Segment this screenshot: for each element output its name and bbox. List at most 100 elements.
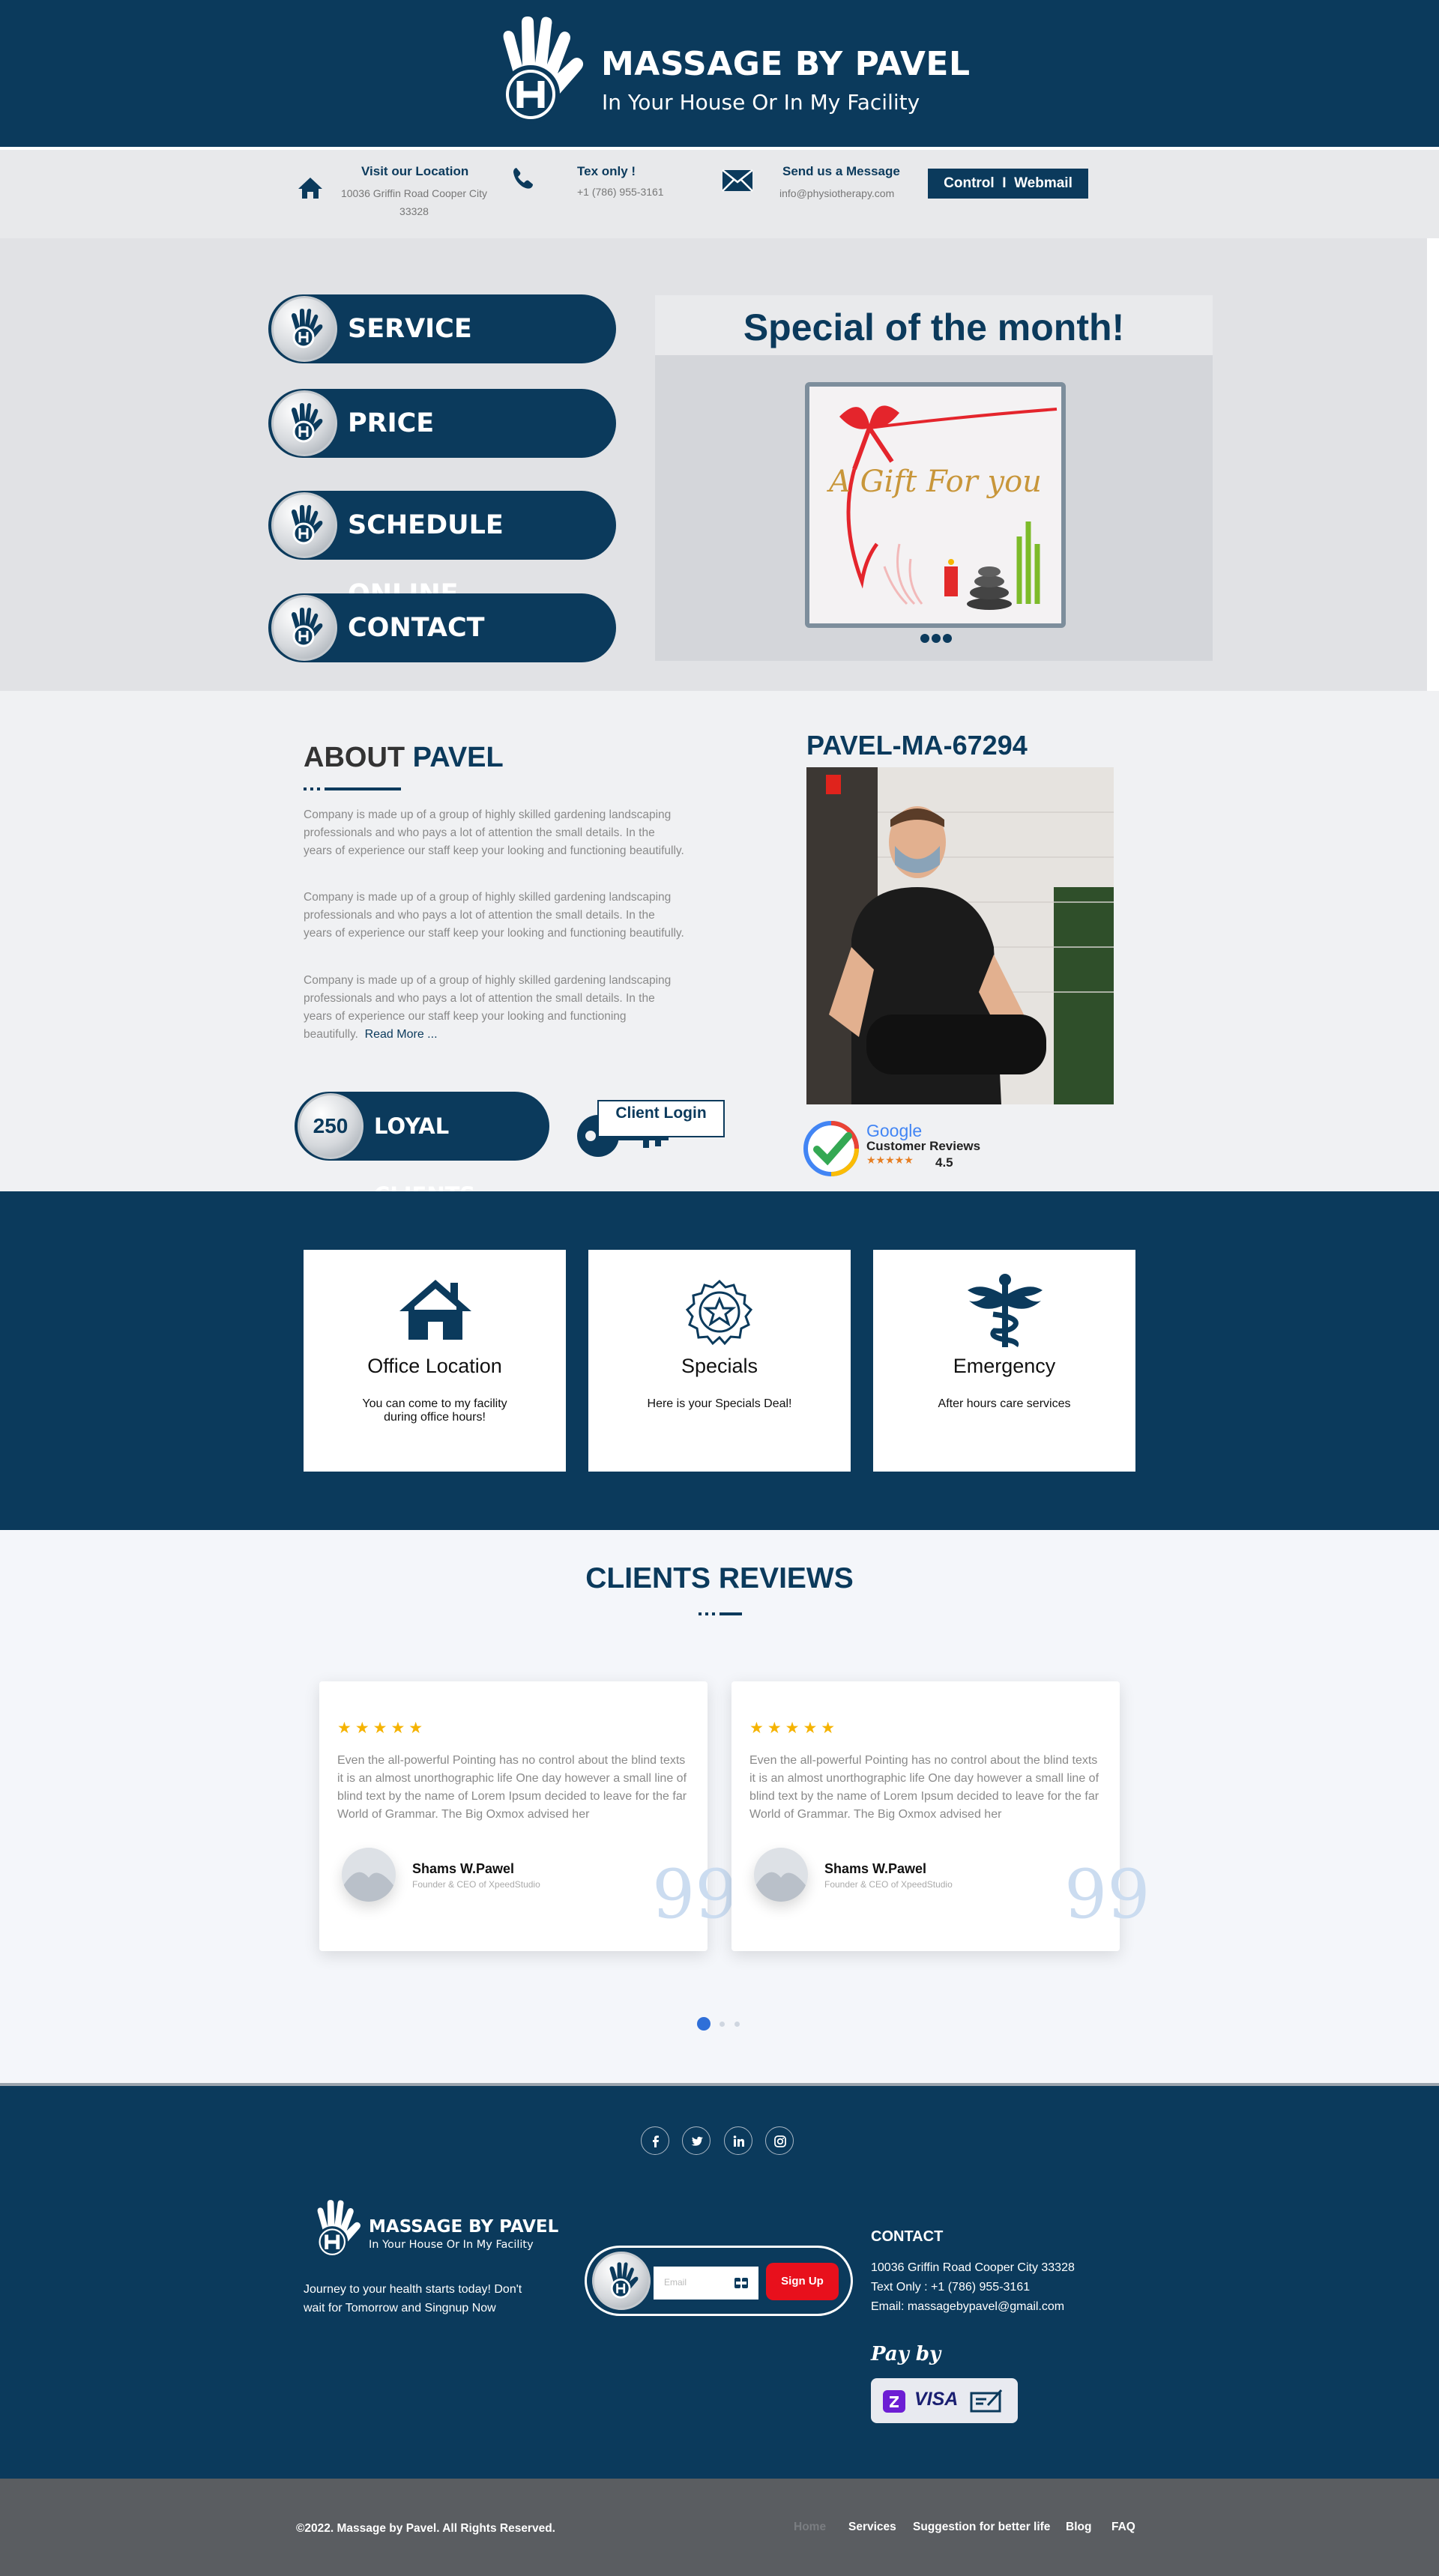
avatar bbox=[754, 1848, 808, 1902]
slider-dot[interactable] bbox=[920, 634, 929, 643]
reviewer-name: Shams W.Pawel bbox=[824, 1861, 927, 1876]
avatar bbox=[342, 1848, 396, 1902]
menu-service-button[interactable]: SERVICE bbox=[268, 294, 616, 363]
carousel-dot[interactable] bbox=[720, 2022, 725, 2027]
text-phone[interactable]: +1 (786) 955-3161 bbox=[577, 183, 664, 201]
carousel-dot-active[interactable] bbox=[697, 2017, 711, 2031]
reviewer-role: Founder & CEO of XpeedStudio bbox=[412, 1879, 540, 1890]
google-rating: 4.5 bbox=[935, 1155, 953, 1170]
hand-logo-icon[interactable] bbox=[487, 16, 585, 127]
feature-text: You can come to my facility during offic… bbox=[362, 1397, 507, 1424]
client-login-button[interactable]: Client Login bbox=[597, 1100, 725, 1137]
menu-price-button[interactable]: PRICE bbox=[268, 389, 616, 458]
site-title: MASSAGE BY PAVEL bbox=[601, 45, 971, 83]
envelope-icon bbox=[722, 169, 753, 192]
webmail-button[interactable]: Control I Webmail bbox=[928, 169, 1088, 199]
reviewer-role: Founder & CEO of XpeedStudio bbox=[824, 1879, 953, 1890]
menu-schedule-button[interactable]: SCHEDULE ONLINE bbox=[268, 491, 616, 609]
feature-title: Emergency bbox=[953, 1355, 1056, 1377]
facebook-link[interactable] bbox=[641, 2126, 669, 2155]
bottom-bar bbox=[0, 2479, 1439, 2576]
hand-logo-icon bbox=[271, 296, 337, 362]
contact-bar bbox=[0, 150, 1439, 238]
footer-nav-home[interactable]: Home bbox=[794, 2521, 826, 2534]
footer-brand: MASSAGE BY PAVEL bbox=[369, 2217, 559, 2237]
location-address: 10036 Griffin Road Cooper City 33328 bbox=[340, 187, 488, 217]
reviewer-name: Shams W.Pawel bbox=[412, 1861, 515, 1876]
footer-nav-blog[interactable]: Blog bbox=[1066, 2521, 1091, 2534]
gift-illustration-icon: A Gift For you bbox=[826, 405, 1058, 610]
house-icon bbox=[399, 1280, 471, 1340]
rating-stars: ★★★★★ bbox=[749, 1720, 839, 1737]
feature-text: Here is your Specials Deal! bbox=[647, 1397, 792, 1410]
footer-brand-subtitle: In Your House Or In My Facility bbox=[369, 2239, 534, 2251]
twitter-link[interactable] bbox=[682, 2126, 711, 2155]
svg-text:A Gift For you: A Gift For you bbox=[826, 465, 1042, 499]
footer-address: 10036 Griffin Road Cooper City 33328 bbox=[871, 2261, 1075, 2274]
quote-icon: 99 bbox=[1064, 1855, 1150, 1934]
phone-icon bbox=[513, 168, 533, 189]
slider-dot[interactable] bbox=[943, 634, 952, 643]
menu-service-label: SERVICE bbox=[348, 314, 472, 344]
footer-phone[interactable]: Text Only : +1 (786) 955-3161 bbox=[871, 2281, 1030, 2294]
site-subtitle: In Your House Or In My Facility bbox=[602, 90, 920, 115]
hand-logo-icon[interactable] bbox=[309, 2200, 361, 2260]
zelle-icon bbox=[883, 2390, 905, 2413]
menu-price-label: PRICE bbox=[348, 408, 435, 438]
hand-logo-icon bbox=[592, 2252, 651, 2310]
message-title: Send us a Message bbox=[782, 164, 900, 178]
title-divider bbox=[304, 787, 401, 790]
feature-title: Office Location bbox=[367, 1355, 502, 1377]
location-title: Visit our Location bbox=[361, 164, 469, 178]
special-title: Special of the month! bbox=[743, 306, 1125, 348]
check-payment-icon bbox=[970, 2389, 1003, 2413]
menu-contact-button[interactable]: CONTACT bbox=[268, 593, 616, 662]
read-more-link[interactable]: Read More ... bbox=[365, 1028, 438, 1041]
footer-nav-faq[interactable]: FAQ bbox=[1111, 2521, 1135, 2534]
footer-nav-suggestion[interactable]: Suggestion for better life bbox=[913, 2521, 1050, 2534]
signup-button[interactable]: Sign Up bbox=[766, 2263, 839, 2300]
star-seal-icon bbox=[686, 1280, 753, 1346]
footer-nav-services[interactable]: Services bbox=[848, 2521, 896, 2534]
feature-card-office[interactable]: Office Location You can come to my facil… bbox=[304, 1250, 566, 1472]
slider-dot[interactable] bbox=[932, 634, 941, 643]
hand-logo-icon bbox=[271, 492, 337, 558]
google-reviews-badge[interactable]: Google Customer Reviews ★★★★★ 4.5 bbox=[799, 1113, 994, 1181]
pay-by-title: Pay by bbox=[871, 2343, 941, 2365]
about-paragraph: Company is made up of a group of highly … bbox=[304, 974, 672, 1041]
review-text: Even the all-powerful Pointing has no co… bbox=[337, 1754, 687, 1821]
special-slide-image[interactable]: A Gift For you bbox=[805, 382, 1066, 628]
contact-card-icon bbox=[734, 2278, 748, 2288]
footer-email[interactable]: Email: massagebypavel@gmail.com bbox=[871, 2300, 1064, 2314]
google-stars: ★★★★★ bbox=[866, 1154, 914, 1166]
caduceus-icon bbox=[968, 1274, 1043, 1347]
visa-logo: VISA bbox=[914, 2389, 959, 2410]
loyal-clients-badge: 250 LOYAL CLIENTS bbox=[295, 1092, 549, 1208]
pavel-photo bbox=[806, 767, 1114, 1104]
check-badge-icon bbox=[803, 1121, 859, 1176]
feature-text: After hours care services bbox=[938, 1397, 1071, 1410]
loyal-count: 250 bbox=[298, 1093, 363, 1159]
google-reviews-label: Customer Reviews bbox=[866, 1139, 981, 1153]
instagram-link[interactable] bbox=[765, 2126, 794, 2155]
payment-methods: VISA bbox=[871, 2378, 1018, 2423]
footer-tagline: Journey to your health starts today! Don… bbox=[304, 2283, 522, 2315]
facebook-icon bbox=[653, 2135, 659, 2147]
license-id: PAVEL-MA-67294 bbox=[806, 730, 1028, 761]
footer-contact-title: CONTACT bbox=[871, 2228, 944, 2245]
carousel-dot[interactable] bbox=[734, 2022, 740, 2027]
hand-logo-icon bbox=[271, 595, 337, 661]
twitter-icon bbox=[691, 2136, 703, 2146]
feature-card-emergency[interactable]: Emergency After hours care services bbox=[873, 1250, 1135, 1472]
review-card: ★★★★★ Even the all-powerful Pointing has… bbox=[319, 1681, 738, 1951]
feature-title: Specials bbox=[681, 1355, 758, 1377]
review-card: ★★★★★ Even the all-powerful Pointing has… bbox=[731, 1681, 1150, 1951]
google-brand: Google bbox=[866, 1121, 923, 1140]
message-email[interactable]: info@physiotherapy.com bbox=[779, 184, 894, 202]
about-paragraph: Company is made up of a group of highly … bbox=[304, 808, 684, 857]
feature-card-specials[interactable]: Specials Here is your Specials Deal! bbox=[588, 1250, 851, 1472]
text-title: Tex only ! bbox=[577, 164, 636, 178]
linkedin-link[interactable] bbox=[724, 2126, 752, 2155]
home-icon bbox=[298, 178, 322, 199]
about-title: ABOUT PAVEL bbox=[304, 742, 504, 773]
